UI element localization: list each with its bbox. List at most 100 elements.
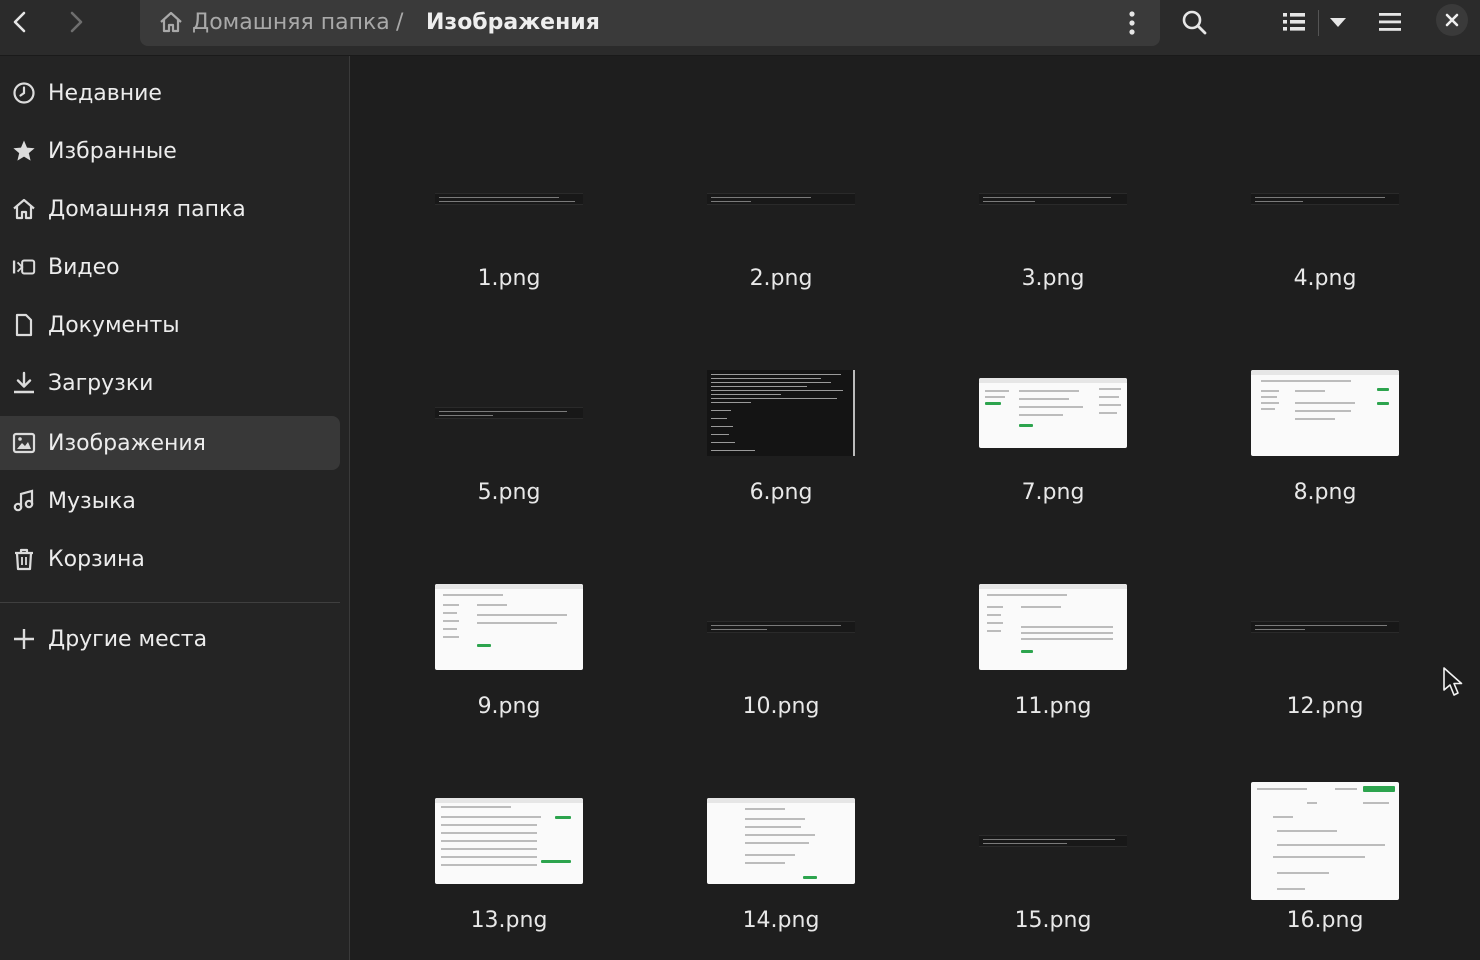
file-item[interactable]: 5.png xyxy=(409,330,609,530)
document-icon xyxy=(12,313,36,337)
sidebar-item-starred[interactable]: Избранные xyxy=(0,124,340,178)
sidebar-item-label: Изображения xyxy=(48,430,206,456)
music-icon xyxy=(12,489,36,513)
file-item[interactable]: 16.png xyxy=(1225,758,1425,958)
file-thumbnail xyxy=(707,348,855,478)
clock-icon xyxy=(12,81,36,105)
search-button[interactable] xyxy=(1174,4,1214,40)
sidebar-item-other-places[interactable]: Другие места xyxy=(0,612,340,666)
close-icon xyxy=(1445,13,1459,27)
image-icon xyxy=(12,431,36,455)
file-item[interactable]: 14.png xyxy=(681,758,881,958)
file-item[interactable]: 8.png xyxy=(1225,330,1425,530)
file-name: 10.png xyxy=(742,694,820,719)
file-thumbnail xyxy=(979,776,1127,906)
list-view-icon xyxy=(1283,13,1305,31)
sidebar-item-label: Загрузки xyxy=(48,370,154,396)
sidebar-item-pictures[interactable]: Изображения xyxy=(0,416,340,470)
file-thumbnail xyxy=(1251,776,1399,906)
trash-icon xyxy=(12,547,36,571)
file-thumbnail xyxy=(1251,134,1399,264)
file-item[interactable]: 9.png xyxy=(409,544,609,744)
file-name: 15.png xyxy=(1014,908,1092,933)
breadcrumb-current[interactable]: Изображения xyxy=(426,8,600,36)
file-thumbnail xyxy=(1251,348,1399,478)
sidebar-item-downloads[interactable]: Загрузки xyxy=(0,356,340,410)
sidebar-item-videos[interactable]: Видео xyxy=(0,240,340,294)
sidebar-item-music[interactable]: Музыка xyxy=(0,474,340,528)
file-thumbnail xyxy=(435,134,583,264)
sidebar-item-documents[interactable]: Документы xyxy=(0,298,340,352)
sidebar-item-recent[interactable]: Недавние xyxy=(0,66,340,120)
file-name: 12.png xyxy=(1286,694,1364,719)
file-item[interactable]: 4.png xyxy=(1225,116,1425,316)
sidebar-item-trash[interactable]: Корзина xyxy=(0,532,340,586)
file-name: 6.png xyxy=(749,480,813,505)
file-thumbnail xyxy=(707,562,855,692)
sidebar-item-label: Другие места xyxy=(48,626,208,652)
go-forward-icon xyxy=(70,11,83,33)
main-menu-icon xyxy=(1379,13,1401,31)
breadcrumb-separator: / xyxy=(396,9,404,35)
file-item[interactable]: 7.png xyxy=(953,330,1153,530)
path-bar[interactable]: Домашняя папка / Изображения xyxy=(140,0,1160,46)
file-thumbnail xyxy=(1251,562,1399,692)
home-icon xyxy=(12,197,36,221)
list-view-button[interactable] xyxy=(1274,4,1314,40)
file-item[interactable]: 13.png xyxy=(409,758,609,958)
file-item[interactable]: 1.png xyxy=(409,116,609,316)
sidebar-item-label: Музыка xyxy=(48,488,136,514)
file-thumbnail xyxy=(979,134,1127,264)
file-name: 5.png xyxy=(477,480,541,505)
video-icon xyxy=(12,255,36,279)
breadcrumb-home[interactable]: Домашняя папка xyxy=(158,8,390,36)
file-grid: 1.png 2.png 3.png 4.png 5.png 6.png 7.pn… xyxy=(351,56,1480,960)
file-thumbnail xyxy=(979,562,1127,692)
plus-icon xyxy=(12,627,36,651)
file-item[interactable]: 2.png xyxy=(681,116,881,316)
file-thumbnail xyxy=(707,776,855,906)
forward-button[interactable] xyxy=(56,4,96,40)
star-icon xyxy=(12,139,36,163)
home-icon xyxy=(160,11,182,33)
view-options-button[interactable] xyxy=(1318,4,1358,40)
file-name: 7.png xyxy=(1021,480,1085,505)
file-item[interactable]: 3.png xyxy=(953,116,1153,316)
file-name: 9.png xyxy=(477,694,541,719)
file-item[interactable]: 12.png xyxy=(1225,544,1425,744)
file-thumbnail xyxy=(435,562,583,692)
download-icon xyxy=(12,371,36,395)
file-thumbnail xyxy=(435,776,583,906)
sidebar-item-home[interactable]: Домашняя папка xyxy=(0,182,340,236)
sidebar-item-label: Корзина xyxy=(48,546,145,572)
sidebar-item-label: Домашняя папка xyxy=(48,196,246,222)
file-item[interactable]: 11.png xyxy=(953,544,1153,744)
back-button[interactable] xyxy=(0,4,40,40)
sidebar-item-label: Недавние xyxy=(48,80,162,106)
file-name: 14.png xyxy=(742,908,820,933)
file-thumbnail xyxy=(435,348,583,478)
mouse-pointer-icon xyxy=(1443,667,1463,696)
sidebar: Недавние Избранные Домашняя папка Видео … xyxy=(0,56,350,960)
file-name: 4.png xyxy=(1293,266,1357,291)
file-item[interactable]: 10.png xyxy=(681,544,881,744)
file-name: 3.png xyxy=(1021,266,1085,291)
more-vertical-icon xyxy=(1129,11,1135,35)
file-thumbnail xyxy=(979,348,1127,478)
file-name: 2.png xyxy=(749,266,813,291)
file-name: 13.png xyxy=(470,908,548,933)
header-bar: Домашняя папка / Изображения xyxy=(0,0,1480,56)
file-item[interactable]: 15.png xyxy=(953,758,1153,958)
go-back-icon xyxy=(13,11,26,33)
close-window-button[interactable] xyxy=(1436,4,1468,36)
path-menu-button[interactable] xyxy=(1112,6,1152,40)
file-name: 11.png xyxy=(1014,694,1092,719)
file-name: 1.png xyxy=(477,266,541,291)
file-name: 16.png xyxy=(1286,908,1364,933)
sidebar-item-label: Документы xyxy=(48,312,180,338)
file-thumbnail xyxy=(707,134,855,264)
file-name: 8.png xyxy=(1293,480,1357,505)
main-menu-button[interactable] xyxy=(1370,4,1410,40)
file-item[interactable]: 6.png xyxy=(681,330,881,530)
sidebar-item-label: Избранные xyxy=(48,138,177,164)
